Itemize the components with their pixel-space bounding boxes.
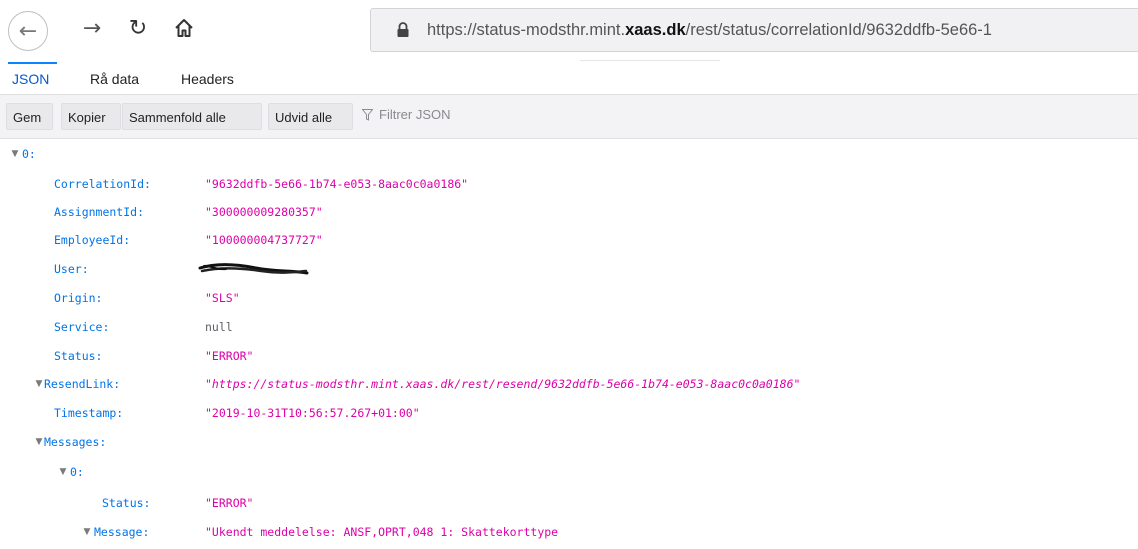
tree-row-root[interactable]: ▼ 0:: [0, 140, 1138, 168]
viewer-tabs: JSON Rå data Headers: [0, 62, 1138, 95]
arrow-left-icon: ←: [18, 18, 38, 44]
arrow-right-icon: →: [82, 15, 102, 41]
address-bar[interactable]: https://status-modsthr.mint.xaas.dk/rest…: [370, 8, 1138, 52]
json-key: 0:: [22, 147, 36, 161]
json-key: Status:: [54, 349, 103, 363]
json-key: Service:: [54, 320, 110, 334]
tab-raw-data[interactable]: Rå data: [90, 62, 139, 94]
tree-row-origin: Origin: "SLS": [0, 284, 1138, 312]
json-value: null: [205, 320, 233, 334]
tree-row-messages[interactable]: ▼ Messages:: [0, 428, 1138, 456]
url-prefix: https://status-modsthr.mint.: [427, 20, 626, 39]
json-value: "SLS": [205, 291, 240, 305]
lock-icon: [389, 22, 417, 38]
expand-all-button[interactable]: Udvid alle: [268, 103, 353, 130]
tree-row-assignmentid: AssignmentId: "300000009280357": [0, 198, 1138, 226]
json-toolbar: Gem Kopier Sammenfold alle Udvid alle Fi…: [0, 95, 1138, 139]
tab-json[interactable]: JSON: [7, 62, 58, 94]
url-domain: xaas.dk: [625, 20, 686, 39]
back-button[interactable]: ←: [8, 11, 48, 51]
redaction-scribble: [198, 263, 309, 275]
tree-row-resendlink[interactable]: ▼ ResendLink: "https://status-modsthr.mi…: [0, 370, 1138, 398]
copy-button[interactable]: Kopier: [61, 103, 121, 130]
tab-headers[interactable]: Headers: [181, 62, 234, 94]
expand-arrow-icon[interactable]: ▼: [58, 458, 68, 486]
expand-arrow-icon[interactable]: ▼: [10, 140, 20, 168]
forward-button[interactable]: →: [72, 8, 112, 48]
json-value: "300000009280357": [205, 205, 323, 219]
json-value: "100000004737727": [205, 233, 323, 247]
json-value: "ERROR": [205, 349, 254, 363]
json-value: "Ukendt meddelelse: ANSF,OPRT,048 1: Ska…: [205, 525, 559, 539]
json-value: "ERROR": [205, 496, 254, 510]
json-key: AssignmentId:: [54, 205, 145, 219]
browser-toolbar: ← → ↻ https://status-modsthr.mint.xaas.d…: [0, 0, 1138, 62]
json-key: ResendLink:: [44, 377, 121, 391]
filter-icon: [362, 108, 373, 121]
save-button[interactable]: Gem: [6, 103, 53, 130]
tree-row-message[interactable]: ▼ Message: "Ukendt meddelelse: ANSF,OPRT…: [0, 518, 1138, 546]
tree-row-message-index[interactable]: ▼ 0:: [0, 458, 1138, 486]
expand-arrow-icon[interactable]: ▼: [82, 518, 92, 546]
json-key: 0:: [70, 465, 84, 479]
home-button[interactable]: [164, 8, 204, 48]
json-key: EmployeeId:: [54, 233, 131, 247]
json-key: Origin:: [54, 291, 103, 305]
tree-row-user: User:: [0, 255, 1138, 283]
tree-row-service: Service: null: [0, 313, 1138, 341]
json-key: Timestamp:: [54, 406, 124, 420]
url-text: https://status-modsthr.mint.xaas.dk/rest…: [427, 21, 992, 40]
home-icon: [175, 19, 193, 37]
json-value: "9632ddfb-5e66-1b74-e053-8aac0c0a0186": [205, 177, 469, 191]
tree-row-correlationid: CorrelationId: "9632ddfb-5e66-1b74-e053-…: [0, 170, 1138, 198]
toolbar-divider: [580, 60, 720, 61]
resend-link[interactable]: "https://status-modsthr.mint.xaas.dk/res…: [205, 370, 800, 398]
url-suffix: /rest/status/correlationId/9632ddfb-5e66…: [685, 20, 992, 39]
expand-arrow-icon[interactable]: ▼: [34, 428, 44, 456]
expand-arrow-icon[interactable]: ▼: [34, 370, 44, 398]
reload-icon: ↻: [128, 15, 148, 41]
tree-row-status: Status: "ERROR": [0, 342, 1138, 370]
json-key: Status:: [102, 496, 151, 510]
json-key: User:: [54, 262, 89, 276]
tree-row-employeeid: EmployeeId: "100000004737727": [0, 226, 1138, 254]
json-key: Message:: [94, 525, 150, 539]
filter-placeholder: Filtrer JSON: [379, 107, 451, 122]
reload-button[interactable]: ↻: [118, 8, 158, 48]
json-key: Messages:: [44, 435, 107, 449]
json-key: CorrelationId:: [54, 177, 151, 191]
json-value: "2019-10-31T10:56:57.267+01:00": [205, 406, 420, 420]
tree-row-message-status: Status: "ERROR": [0, 489, 1138, 517]
filter-json-input[interactable]: Filtrer JSON: [362, 107, 451, 122]
collapse-all-button[interactable]: Sammenfold alle: [122, 103, 262, 130]
tree-row-timestamp: Timestamp: "2019-10-31T10:56:57.267+01:0…: [0, 399, 1138, 427]
